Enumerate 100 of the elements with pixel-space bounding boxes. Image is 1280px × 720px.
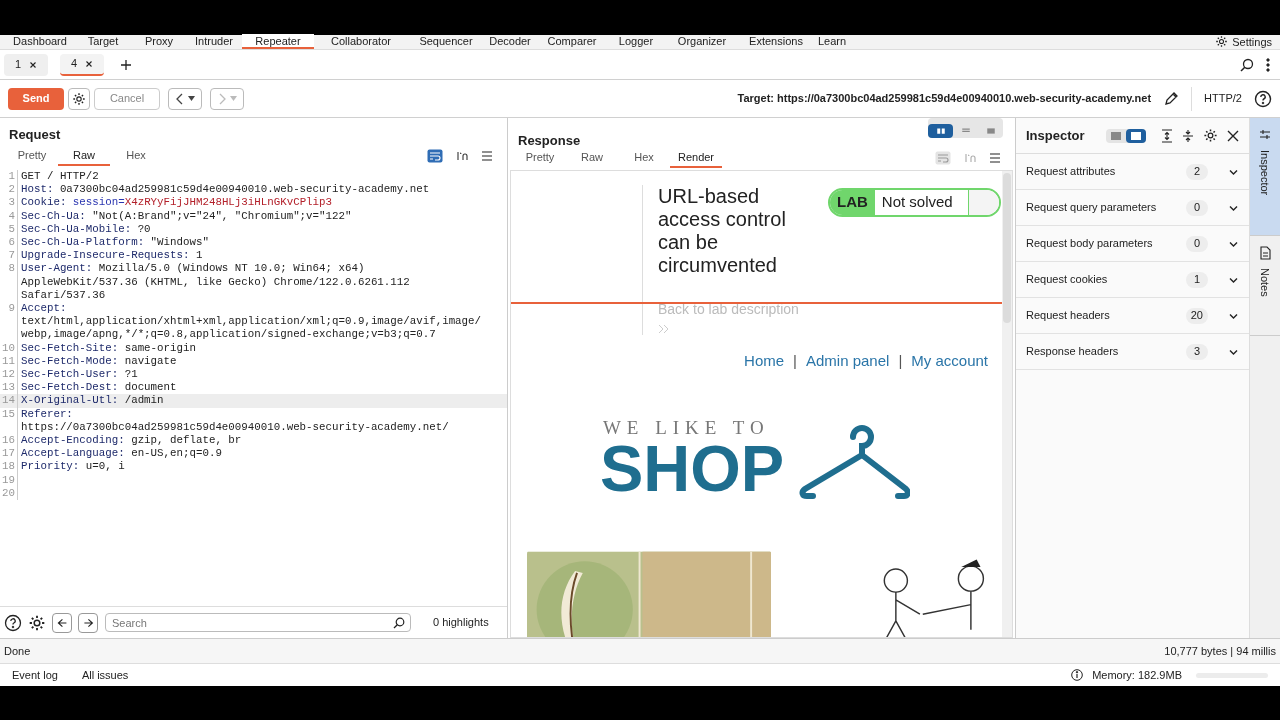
panel-title: Request	[9, 125, 61, 144]
panel-title: Response	[518, 132, 581, 150]
nav-tab[interactable]: Target	[74, 34, 132, 49]
code-line: Sec-Ch-Ua-Mobile: ?0	[21, 222, 151, 235]
code-line: Host: 0a7300bc04ad259981c59d4e00940010.web-security-academy.net	[21, 183, 430, 196]
edit-icon[interactable]	[1163, 90, 1180, 107]
close-icon	[29, 60, 38, 69]
count-badge: 3	[1186, 343, 1208, 360]
scrollbar[interactable]	[1003, 173, 1011, 323]
word-wrap-icon[interactable]	[427, 149, 443, 163]
expand-all-icon[interactable]	[1160, 128, 1173, 143]
nav-link[interactable]: Admin panel	[806, 350, 890, 373]
line-number: 20	[0, 486, 18, 501]
search-icon[interactable]	[1240, 57, 1254, 72]
right-arrow-icon	[82, 616, 94, 629]
layout-button[interactable]	[1125, 128, 1146, 143]
code-line: AppleWebKit/537.36 (KHTML, like Gecko) Chrome/122.0.6261.112	[21, 275, 410, 289]
settings-icon[interactable]	[28, 613, 46, 632]
settings-button[interactable]: Settings	[1215, 34, 1280, 49]
add-tab-icon[interactable]	[120, 58, 132, 71]
menu-icon[interactable]	[989, 153, 1001, 163]
settings-icon[interactable]	[1202, 128, 1218, 143]
line-number: 12	[0, 368, 18, 382]
nav-tab[interactable]: Comparer	[536, 34, 608, 49]
newline-icon[interactable]	[455, 149, 469, 163]
view-tab[interactable]: Render	[670, 148, 722, 168]
line-number: 1	[0, 170, 18, 184]
target-url: Target: https://0a7300bc04ad259981c59d4e00940010.web-security-academy.net	[737, 91, 1152, 107]
back-button[interactable]	[168, 87, 202, 110]
inspector-section[interactable]: Request body parameters 0	[1016, 226, 1249, 262]
nav-tab[interactable]: Sequencer	[408, 34, 484, 49]
inspector-section[interactable]: Request cookies 1	[1016, 262, 1249, 298]
memory-usage: Memory: 182.9MB	[1092, 667, 1182, 683]
nav-tab[interactable]: Organizer	[664, 34, 740, 49]
note-icon	[1259, 246, 1271, 260]
settings-button[interactable]	[68, 87, 90, 110]
view-tab[interactable]: Raw	[566, 148, 618, 168]
collapse-all-icon[interactable]	[1181, 128, 1194, 143]
protocol-button[interactable]: HTTP/2	[1200, 90, 1246, 107]
code-line: Sec-Ch-Ua-Platform: "Windows"	[21, 236, 209, 248]
code-line: Priority: u=0, i	[21, 460, 125, 473]
info-icon	[1071, 669, 1084, 681]
session-tab[interactable]: 4	[60, 53, 104, 76]
count-badge: 1	[1186, 271, 1208, 288]
help-icon[interactable]	[1254, 89, 1272, 108]
nav-tab[interactable]: Decoder	[484, 34, 536, 49]
nav-link[interactable]: My account	[911, 350, 988, 373]
nav-tab[interactable]: Logger	[608, 34, 664, 49]
logo-tagline: WE LIKE TO	[602, 417, 770, 438]
nav-tab[interactable]: Repeater	[242, 34, 314, 49]
code-line: Sec-Fetch-Site: same-origin	[21, 341, 196, 354]
line-number: 17	[0, 447, 18, 461]
session-tab[interactable]: 1	[4, 53, 48, 76]
inspector-section[interactable]: Request headers 20	[1016, 298, 1249, 334]
panel-icon	[1110, 131, 1121, 140]
nav-tab[interactable]: Intruder	[186, 34, 242, 49]
nav-tab[interactable]: Dashboard	[6, 34, 74, 49]
status-text: Done	[4, 643, 31, 659]
inspector-section[interactable]: Request query parameters 0	[1016, 190, 1249, 226]
view-tab[interactable]: Pretty	[514, 148, 566, 168]
menu-icon[interactable]	[481, 151, 493, 161]
bottom-tab[interactable]: All issues	[81, 666, 129, 684]
view-tab[interactable]: Hex	[618, 148, 670, 168]
view-tab[interactable]: Raw	[58, 146, 110, 166]
help-icon[interactable]	[4, 613, 22, 632]
close-icon[interactable]	[1226, 129, 1239, 142]
nav-tab[interactable]: Learn	[812, 34, 852, 49]
inspector-section[interactable]: Request attributes 2	[1016, 154, 1249, 190]
count-badge: 0	[1186, 199, 1208, 216]
code-line: GET / HTTP/2	[21, 170, 99, 182]
highlights-count: 0 highlights	[433, 615, 489, 631]
line-number: 5	[0, 222, 18, 236]
previous-button[interactable]	[52, 612, 72, 633]
nav-tab[interactable]: Extensions	[740, 34, 812, 49]
line-number: 4	[0, 209, 18, 223]
code-line: Sec-Fetch-User: ?1	[21, 368, 138, 381]
close-icon	[85, 59, 94, 68]
view-tab[interactable]: Hex	[110, 146, 162, 166]
next-button[interactable]	[78, 612, 98, 633]
bottom-tab[interactable]: Event log	[12, 666, 58, 684]
code-line: Accept-Language: en-US,en;q=0.9	[21, 447, 222, 460]
view-tab[interactable]: Pretty	[6, 146, 58, 166]
cancel-button[interactable]: Cancel	[94, 87, 160, 110]
inspector-section[interactable]: Response headers 3	[1016, 334, 1249, 370]
search-field[interactable]: Search	[105, 613, 411, 632]
settings-icon	[72, 91, 86, 106]
code-line: https://0a7300bc04ad259981c59d4e00940010.web-security-academy.net/	[21, 420, 449, 435]
nav-link[interactable]: Home	[744, 350, 785, 373]
code-line: Sec-Fetch-Dest: document	[21, 381, 177, 394]
count-badge: 20	[1185, 307, 1208, 324]
nav-tab[interactable]: Collaborator	[314, 34, 408, 49]
lab-title: URL-based access control can be circumvented	[658, 185, 787, 277]
side-tab[interactable]: Inspector	[1250, 118, 1280, 236]
more-icon[interactable]	[1266, 57, 1270, 72]
nav-tab[interactable]: Proxy	[132, 34, 186, 49]
code-line: User-Agent: Mozilla/5.0 (Windows NT 10.0; Win64; x64)	[21, 262, 365, 275]
layout-button[interactable]	[928, 124, 953, 138]
dropdown-icon	[229, 96, 237, 101]
line-number: 19	[0, 473, 18, 487]
line-number: 8	[0, 262, 18, 303]
